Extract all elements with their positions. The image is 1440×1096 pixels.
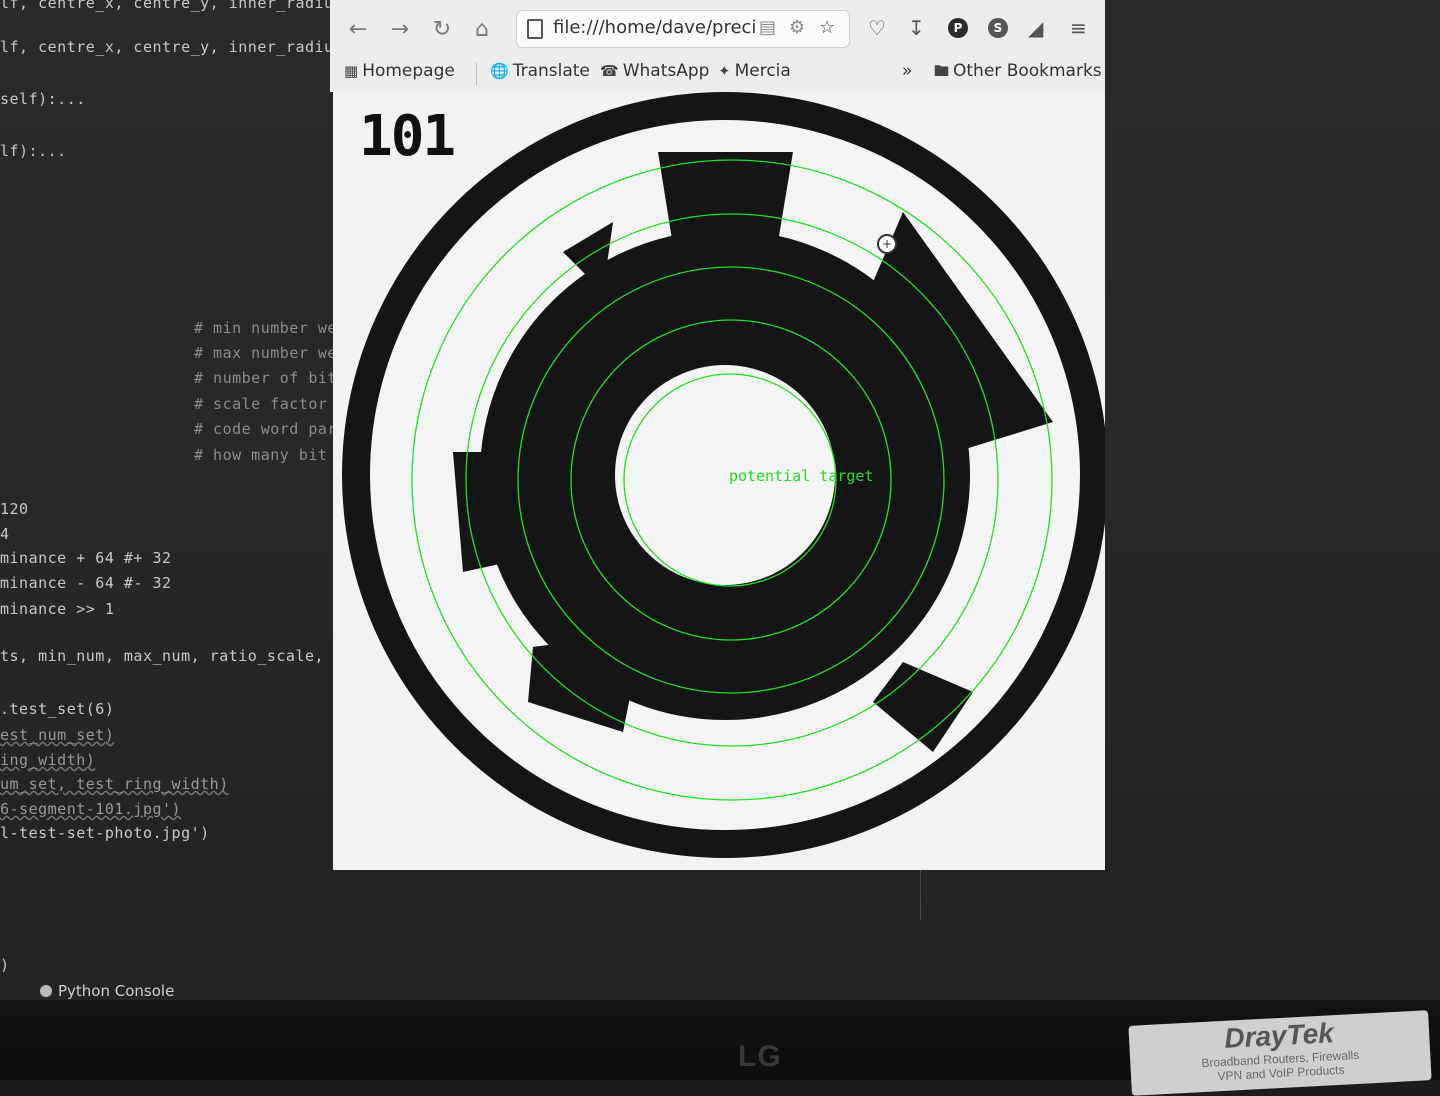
url-bar[interactable]: file:///home/dave/preci ▤ ⚙ ☆	[516, 10, 850, 48]
code-line: minance + 64 #+ 32	[0, 549, 172, 567]
code-comment: # max number we	[194, 344, 337, 362]
mercia-icon: ✦	[718, 62, 731, 80]
forward-arrow-icon[interactable]: →	[386, 16, 414, 44]
code-line: self):...	[0, 90, 86, 108]
code-line: ing_width)	[0, 751, 96, 769]
extension-gear-icon[interactable]: ⚙	[789, 17, 805, 38]
reload-icon[interactable]: ↻	[428, 16, 456, 44]
file-icon	[527, 19, 543, 39]
python-console-tab[interactable]: Python Console	[40, 982, 174, 1000]
bookmark-mercia[interactable]: ✦ Mercia	[718, 61, 791, 81]
code-comment: # code word par	[194, 420, 337, 438]
extension-icon[interactable]: ◢	[1028, 16, 1043, 40]
back-arrow-icon[interactable]: ←	[344, 16, 372, 44]
download-icon[interactable]: ↧	[908, 16, 925, 40]
monitor-logo: LG	[738, 1040, 782, 1073]
code-line: minance >> 1	[0, 600, 115, 618]
star-bookmark-icon[interactable]: ☆	[819, 17, 835, 38]
bookmark-separator	[476, 63, 477, 85]
code-line: 4	[0, 525, 10, 543]
folder-icon[interactable]: ▤	[759, 17, 776, 38]
code-comment: # min number we	[194, 319, 337, 337]
target-image: potential target	[342, 92, 1105, 858]
code-line: lf, centre_x, centre_y, inner_radiu	[0, 38, 334, 56]
globe-icon: 🌐	[490, 62, 509, 80]
code-line: minance - 64 #- 32	[0, 574, 172, 592]
folder-icon: 🖿	[934, 62, 950, 80]
code-line: .test_set(6)	[0, 700, 115, 718]
code-comment: # number of bit	[194, 369, 337, 387]
menu-icon[interactable]: ≡	[1070, 16, 1087, 40]
bookmark-other[interactable]: 🖿 Other Bookmarks	[934, 61, 1102, 86]
potential-target-label: potential target	[729, 467, 874, 485]
bookmark-label: WhatsApp	[622, 61, 710, 81]
code-line: lf, centre_x, centre_y, inner_radiu	[0, 0, 334, 12]
bookmark-label: Mercia	[734, 61, 791, 81]
code-line: l-test-set-photo.jpg')	[0, 824, 210, 842]
console-line: )	[0, 956, 10, 974]
whatsapp-icon: ☎	[600, 62, 619, 80]
bookmark-label: Homepage	[362, 61, 455, 81]
bookmark-label: Other Bookmarks	[953, 61, 1102, 81]
code-line: ts, min_num, max_num, ratio_scale, pa	[0, 647, 353, 665]
code-line: lf):...	[0, 142, 67, 160]
bookmark-label: Translate	[512, 61, 590, 81]
pocket-icon[interactable]: ♡	[868, 16, 886, 40]
sync-icon[interactable]: S	[988, 18, 1008, 38]
bookmark-homepage[interactable]: ▦ Homepage	[344, 61, 455, 81]
nav-toolbar: ← → ↻ ⌂ file:///home/dave/preci ▤ ⚙ ☆ ♡ …	[330, 10, 1105, 50]
bookmark-translate[interactable]: 🌐 Translate	[490, 61, 590, 81]
python-console-label: Python Console	[58, 982, 175, 1000]
python-console-icon	[40, 985, 52, 997]
code-line: um_set, test_ring_width)	[0, 775, 229, 793]
homepage-icon: ▦	[344, 62, 359, 80]
profile-p-icon[interactable]: P	[948, 18, 968, 38]
code-comment: # scale factor	[194, 395, 328, 413]
draytek-sticker: DrayTek Broadband Routers, Firewalls VPN…	[1128, 1010, 1432, 1096]
browser-window: ← → ↻ ⌂ file:///home/dave/preci ▤ ⚙ ☆ ♡ …	[330, 0, 1105, 92]
zoom-cursor-icon: +	[877, 234, 897, 254]
bookmarks-toolbar: ▦ Homepage 🌐 Translate ☎ WhatsApp ✦ Mercia »…	[330, 55, 1105, 87]
home-icon[interactable]: ⌂	[468, 16, 496, 44]
code-line: 6-segment-101.jpg')	[0, 800, 182, 818]
code-comment: # how many bit	[194, 446, 328, 464]
code-line: est_num_set)	[0, 726, 115, 744]
code-line: 120	[0, 500, 29, 518]
image-viewer-page: 101 potential target +	[333, 92, 1105, 870]
bookmark-whatsapp[interactable]: ☎ WhatsApp	[600, 61, 709, 81]
console-panel	[0, 930, 1440, 1010]
url-text: file:///home/dave/preci	[553, 17, 757, 38]
bookmarks-overflow-icon[interactable]: »	[902, 61, 912, 81]
